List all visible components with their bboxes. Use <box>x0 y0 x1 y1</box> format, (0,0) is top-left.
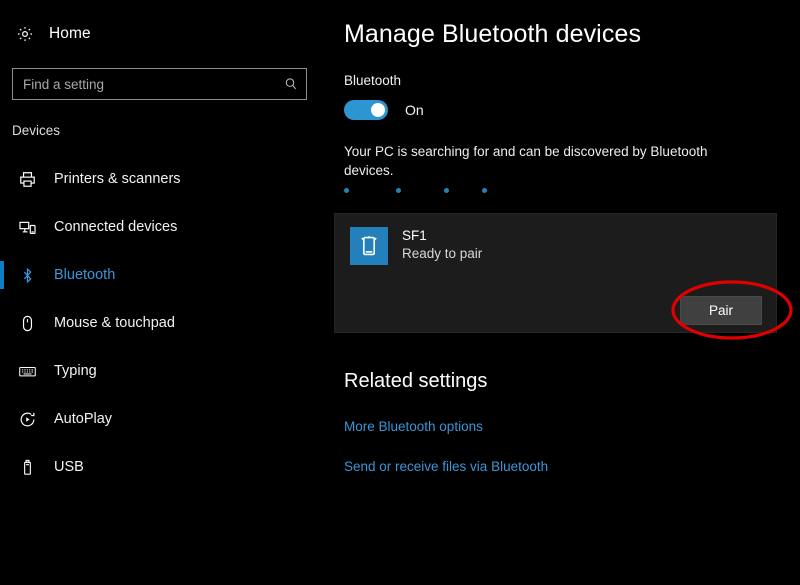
sidebar-item-bluetooth[interactable]: Bluetooth <box>0 251 320 299</box>
link-send-receive-files[interactable]: Send or receive files via Bluetooth <box>344 459 548 474</box>
sidebar-item-autoplay[interactable]: AutoPlay <box>0 395 320 443</box>
sidebar-item-label: USB <box>54 459 84 475</box>
sidebar-item-printers-scanners[interactable]: Printers & scanners <box>0 155 320 203</box>
selection-indicator <box>0 405 4 433</box>
sidebar-item-label: Connected devices <box>54 219 178 235</box>
selection-indicator <box>0 213 4 241</box>
connected-devices-icon <box>16 216 38 238</box>
sidebar-item-connected-devices[interactable]: Connected devices <box>0 203 320 251</box>
home-label: Home <box>49 25 91 42</box>
sidebar-item-label: AutoPlay <box>54 411 113 427</box>
sidebar-item-label: Bluetooth <box>54 267 116 283</box>
progress-dot <box>396 188 401 193</box>
toggle-state-label: On <box>405 102 424 118</box>
main-content: Manage Bluetooth devices Bluetooth On Yo… <box>320 0 800 585</box>
selection-indicator <box>0 357 4 385</box>
bluetooth-icon <box>16 264 38 286</box>
device-text: SF1 Ready to pair <box>402 227 482 263</box>
device-name: SF1 <box>402 228 427 243</box>
autoplay-icon <box>16 408 38 430</box>
progress-dots <box>344 186 564 196</box>
searching-status-text: Your PC is searching for and can be disc… <box>344 144 708 178</box>
pair-button[interactable]: Pair <box>680 296 762 325</box>
keyboard-icon <box>16 360 38 382</box>
selection-indicator <box>0 261 4 289</box>
progress-dot <box>482 188 487 193</box>
link-more-bluetooth-options[interactable]: More Bluetooth options <box>344 419 483 434</box>
sidebar-item-label: Printers & scanners <box>54 171 181 187</box>
related-settings-title: Related settings <box>344 370 488 392</box>
bluetooth-toggle-row: On <box>344 100 424 120</box>
progress-dot <box>444 188 449 193</box>
search-input[interactable] <box>13 69 276 99</box>
sidebar-item-mouse-touchpad[interactable]: Mouse & touchpad <box>0 299 320 347</box>
selection-indicator <box>0 165 4 193</box>
bluetooth-toggle[interactable] <box>344 100 388 120</box>
progress-dot <box>344 188 349 193</box>
search-icon[interactable] <box>276 69 306 99</box>
sidebar-item-typing[interactable]: Typing <box>0 347 320 395</box>
bluetooth-section-label: Bluetooth <box>344 73 402 88</box>
device-status: Ready to pair <box>402 246 483 261</box>
sidebar-item-label: Mouse & touchpad <box>54 315 175 331</box>
usb-icon <box>16 456 38 478</box>
phone-icon <box>350 227 388 265</box>
device-card[interactable]: SF1 Ready to pair Pair <box>334 213 777 333</box>
sidebar: Home Devices <box>0 0 320 585</box>
search-box[interactable] <box>12 68 307 100</box>
sidebar-nav: Printers & scanners Connected devices Bl… <box>0 155 320 491</box>
sidebar-section-label: Devices <box>12 123 61 138</box>
sidebar-item-home[interactable]: Home <box>0 16 300 52</box>
gear-icon <box>16 25 34 43</box>
page-title: Manage Bluetooth devices <box>344 20 642 48</box>
selection-indicator <box>0 309 4 337</box>
device-header: SF1 Ready to pair <box>350 227 482 265</box>
sidebar-item-usb[interactable]: USB <box>0 443 320 491</box>
settings-window: Home Devices <box>0 0 800 585</box>
sidebar-item-label: Typing <box>54 363 97 379</box>
mouse-icon <box>16 312 38 334</box>
printer-icon <box>16 168 38 190</box>
selection-indicator <box>0 453 4 481</box>
toggle-knob <box>371 103 385 117</box>
